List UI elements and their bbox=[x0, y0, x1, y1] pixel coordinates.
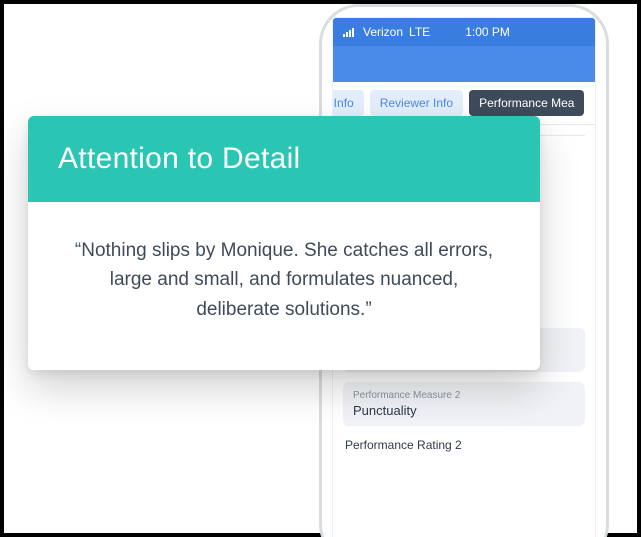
status-left: Verizon LTE bbox=[343, 25, 430, 39]
tab-employee-info[interactable]: ee Info bbox=[333, 90, 364, 116]
carrier-label: Verizon bbox=[363, 25, 403, 39]
rating-2-label: Performance Rating 2 bbox=[343, 436, 585, 452]
card-title: Attention to Detail bbox=[28, 116, 540, 202]
highlight-card: Attention to Detail “Nothing slips by Mo… bbox=[28, 116, 540, 370]
field-label: Performance Measure 2 bbox=[353, 390, 575, 401]
tab-reviewer-info[interactable]: Reviewer Info bbox=[370, 90, 463, 116]
card-quote: “Nothing slips by Monique. She catches a… bbox=[28, 202, 540, 370]
network-label: LTE bbox=[409, 25, 430, 39]
app-header bbox=[333, 46, 595, 82]
stage: Verizon LTE 1:00 PM ee Info Reviewer Inf… bbox=[0, 0, 641, 537]
field-value: Punctuality bbox=[353, 403, 575, 418]
status-time: 1:00 PM bbox=[430, 25, 545, 39]
signal-icon bbox=[343, 27, 357, 37]
field-measure-2[interactable]: Performance Measure 2 Punctuality bbox=[343, 382, 585, 426]
tab-performance-measures[interactable]: Performance Mea bbox=[469, 90, 584, 116]
status-bar: Verizon LTE 1:00 PM bbox=[333, 18, 595, 46]
